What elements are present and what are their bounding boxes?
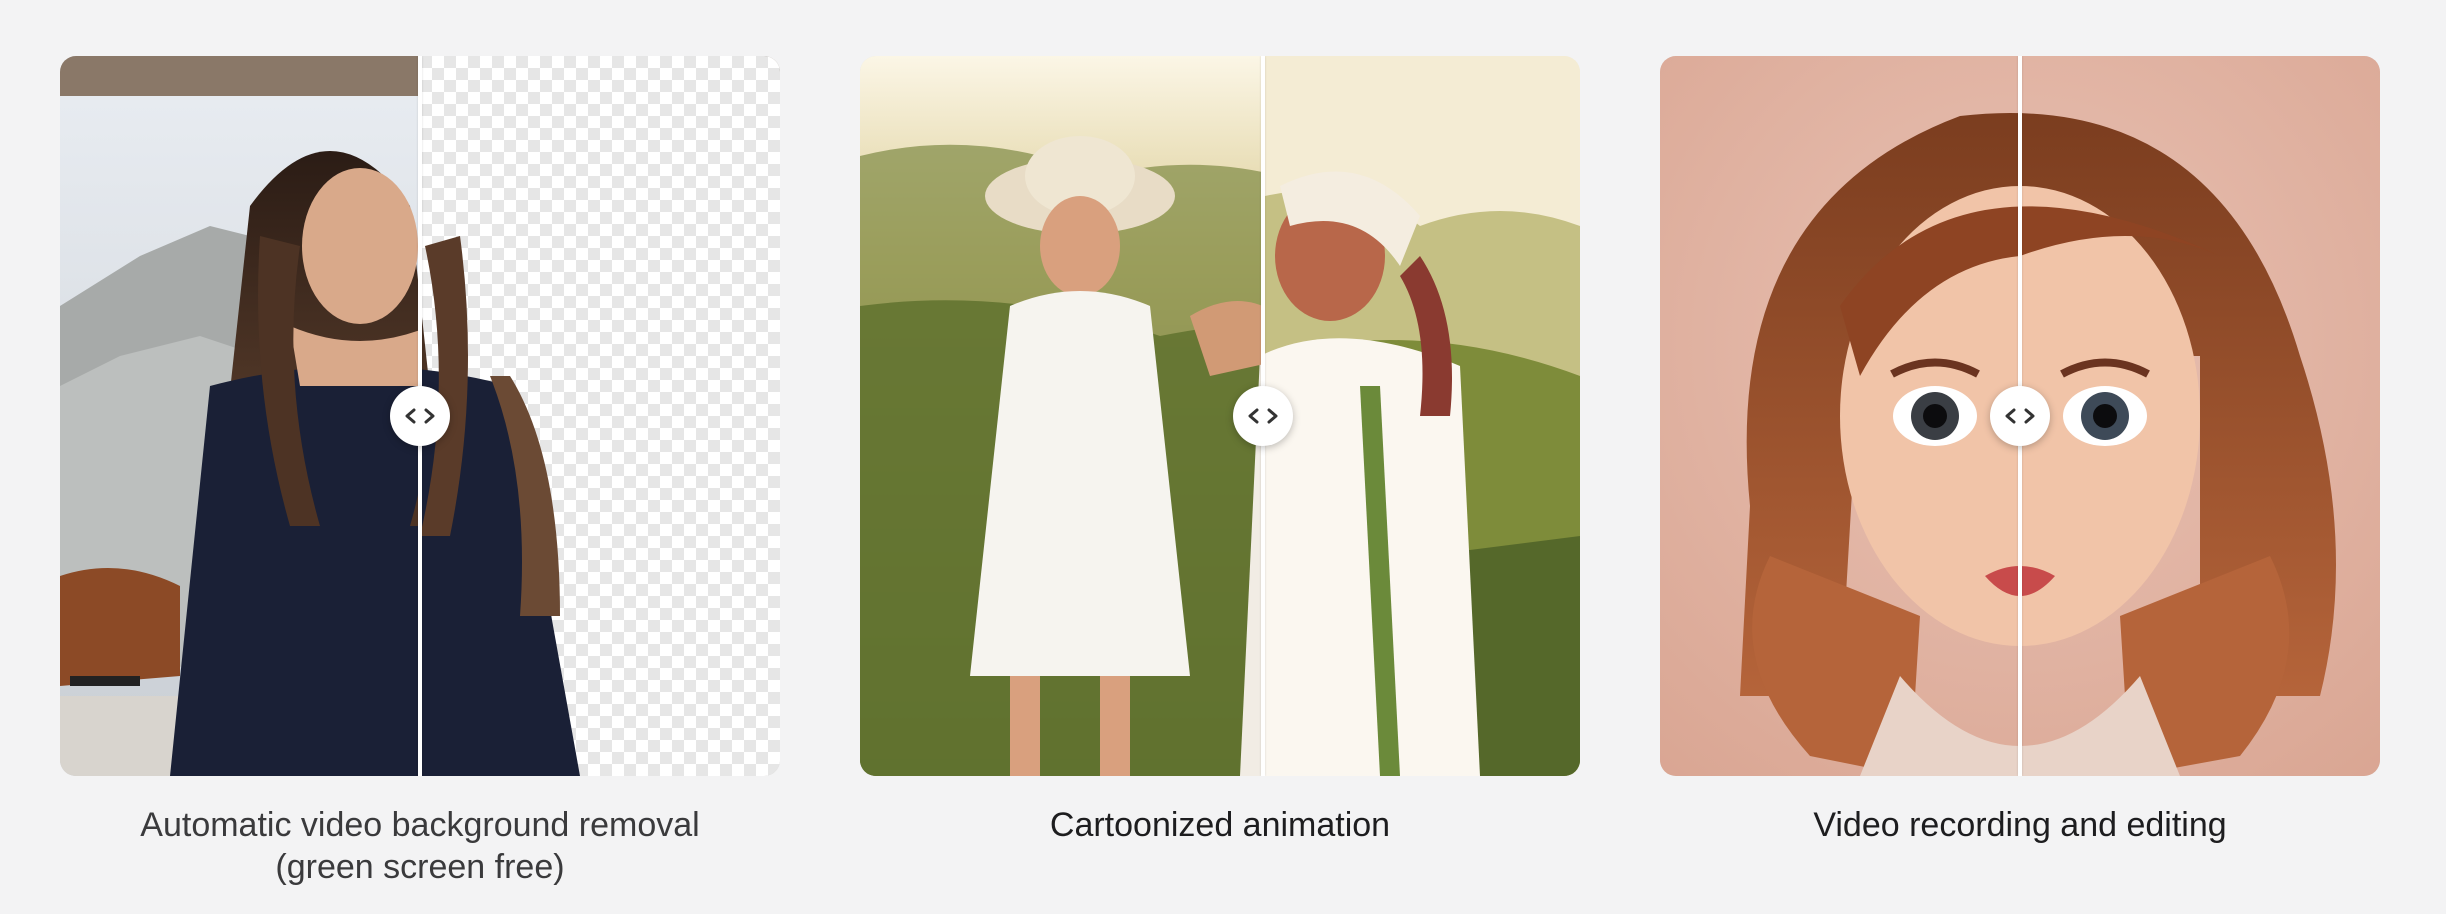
after-image-background-removed xyxy=(420,56,780,776)
feature-caption-cartoonized: Cartoonized animation xyxy=(1049,806,1391,844)
comparison-handle[interactable] xyxy=(1233,386,1293,446)
comparison-handle[interactable] xyxy=(390,386,450,446)
caption-line-2: (green screen free) xyxy=(275,848,565,886)
feature-caption-video-recording: Video recording and editing xyxy=(1813,806,2227,844)
chevron-left-right-icon xyxy=(1248,408,1278,424)
feature-card-background-removal: Automatic video background removal (gree… xyxy=(60,56,780,888)
comparison-slider-cartoonized[interactable] xyxy=(860,56,1580,776)
chevron-left-right-icon xyxy=(2005,408,2035,424)
feature-card-cartoonized-animation: Cartoonized animation xyxy=(860,56,1580,846)
comparison-handle[interactable] xyxy=(1990,386,2050,446)
feature-showcase: Automatic video background removal (gree… xyxy=(0,0,2446,914)
comparison-slider-video-editing[interactable] xyxy=(1660,56,2380,776)
comparison-slider-background-removal[interactable] xyxy=(60,56,780,776)
chevron-left-right-icon xyxy=(405,408,435,424)
feature-caption-background-removal: Automatic video background removal (gree… xyxy=(60,804,780,888)
caption-line-1: Automatic video background removal xyxy=(140,806,700,844)
after-image-cartoonized xyxy=(1263,56,1580,776)
feature-card-video-recording: Video recording and editing xyxy=(1660,56,2380,846)
